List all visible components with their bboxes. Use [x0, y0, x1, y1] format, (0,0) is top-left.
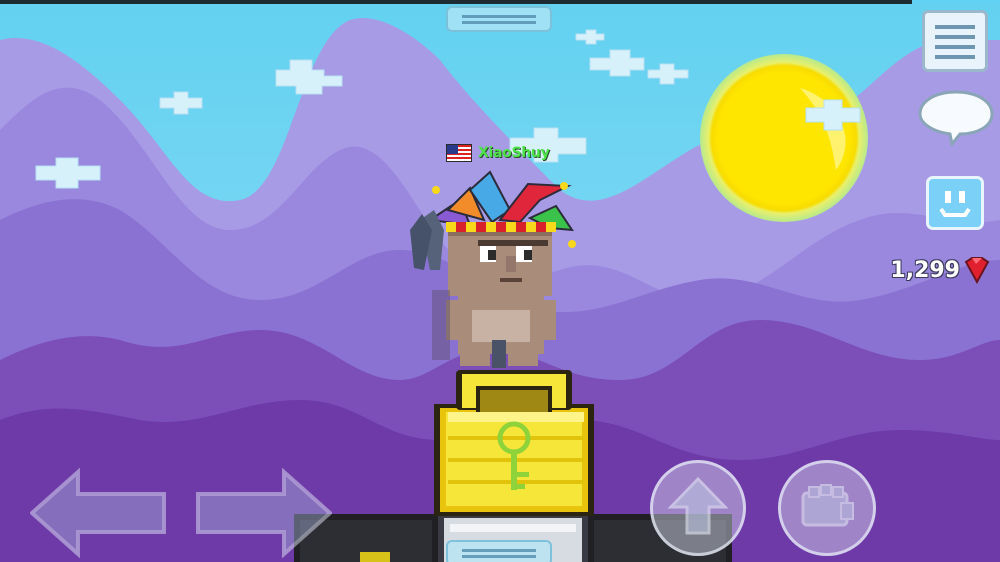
move-left-button[interactable] [30, 468, 166, 558]
top-pulldown-handle[interactable] [446, 6, 552, 32]
player-character[interactable] [400, 170, 590, 370]
red-gem-icon [964, 257, 990, 284]
player-nametag: XiaoShuy [446, 144, 550, 162]
emote-button[interactable] [926, 176, 984, 230]
jump-button[interactable] [650, 460, 746, 556]
menu-line [935, 55, 975, 59]
move-right-button[interactable] [196, 468, 332, 558]
menu-list-icon [935, 25, 975, 29]
fist-icon [801, 484, 854, 527]
menu-line [935, 35, 975, 39]
punch-button[interactable] [778, 460, 876, 556]
game-screen[interactable]: XiaoShuy 1,299 [0, 0, 1000, 562]
menu-line [935, 45, 975, 49]
up-arrow-icon [667, 476, 729, 535]
player-name: XiaoShuy [478, 145, 550, 161]
right-arrow-icon [196, 468, 332, 558]
us-flag-icon [446, 144, 472, 162]
gems-count: 1,299 [890, 258, 960, 283]
top-border [0, 0, 912, 4]
chat-bubble-icon [918, 90, 994, 146]
chat-button[interactable] [918, 88, 994, 146]
smiley-face-icon [939, 191, 971, 217]
left-arrow-icon [30, 468, 166, 558]
bottom-inventory-handle[interactable] [446, 540, 552, 562]
menu-button[interactable] [922, 10, 988, 72]
world-lock[interactable] [434, 366, 594, 516]
